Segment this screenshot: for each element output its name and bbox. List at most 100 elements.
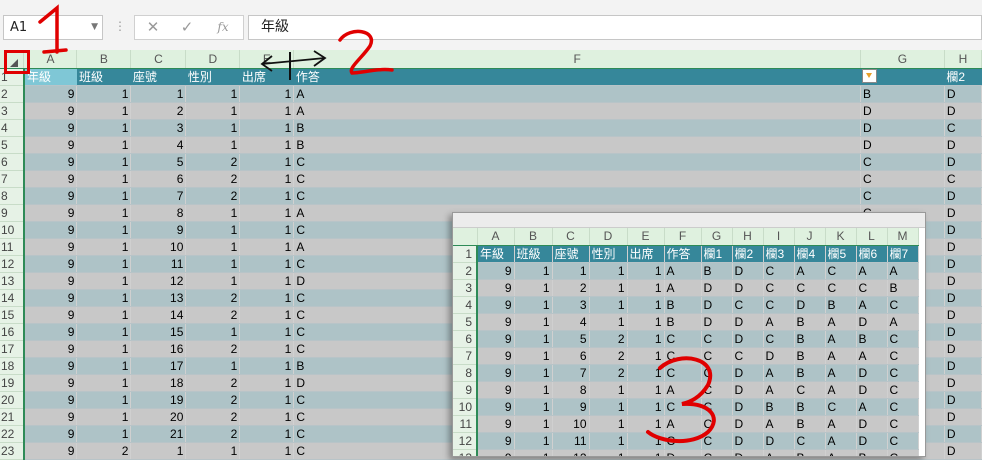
header-cell[interactable]: 座號 [130, 68, 186, 86]
table-cell[interactable]: 1 [239, 136, 295, 154]
header-cell[interactable]: 欄2 [944, 68, 982, 86]
table-cell[interactable]: 1 [239, 102, 295, 120]
table-cell[interactable]: 9 [23, 391, 78, 409]
table-cell[interactable]: 1 [130, 442, 187, 460]
formula-input[interactable]: 年級 [248, 15, 982, 40]
table-cell[interactable]: 2 [185, 408, 241, 426]
table-cell[interactable]: 20 [130, 408, 187, 426]
table-cell[interactable]: 15 [130, 323, 187, 341]
row-header[interactable]: 12 [0, 255, 25, 273]
table-cell[interactable]: 9 [23, 323, 78, 341]
row-header[interactable]: 19 [0, 374, 25, 392]
table-cell[interactable]: 1 [76, 340, 132, 358]
header-cell[interactable]: 作答 [293, 68, 861, 86]
table-cell[interactable]: 1 [185, 119, 241, 137]
table-cell[interactable]: 1 [130, 85, 187, 103]
table-cell[interactable]: 1 [239, 119, 295, 137]
table-cell[interactable]: 18 [130, 374, 187, 392]
table-cell[interactable]: 9 [23, 85, 78, 103]
table-cell[interactable]: 1 [185, 102, 241, 120]
table-cell[interactable]: 2 [185, 425, 241, 443]
table-cell[interactable]: 9 [23, 306, 78, 324]
row-header[interactable]: 9 [0, 204, 25, 222]
row-header[interactable]: 11 [0, 238, 25, 256]
row-header[interactable]: 5 [0, 136, 25, 154]
table-cell[interactable]: 9 [23, 187, 78, 205]
table-cell[interactable]: 17 [130, 357, 187, 375]
table-cell[interactable]: 9 [23, 204, 78, 222]
table-cell[interactable]: 1 [76, 391, 132, 409]
table-cell[interactable]: 1 [185, 85, 241, 103]
table-cell[interactable]: 7 [130, 187, 187, 205]
table-cell[interactable]: 3 [130, 119, 187, 137]
table-cell[interactable]: A [293, 102, 861, 120]
table-cell[interactable]: 9 [23, 153, 78, 171]
table-cell[interactable]: 10 [130, 238, 187, 256]
header-cell[interactable] [860, 68, 945, 86]
table-cell[interactable]: 1 [239, 221, 295, 239]
table-cell[interactable]: B [860, 85, 945, 103]
table-cell[interactable]: 9 [23, 442, 78, 460]
row-header[interactable]: 17 [0, 340, 25, 358]
table-cell[interactable]: 2 [185, 153, 241, 171]
table-cell[interactable]: 1 [239, 153, 295, 171]
table-cell[interactable]: 1 [239, 187, 295, 205]
table-cell[interactable]: 1 [185, 323, 241, 341]
table-cell[interactable]: 4 [130, 136, 187, 154]
column-header-e[interactable]: E [239, 50, 295, 69]
table-cell[interactable]: 1 [76, 102, 132, 120]
row-header[interactable]: 2 [0, 85, 25, 103]
table-cell[interactable]: 1 [239, 408, 295, 426]
table-cell[interactable]: D [944, 204, 982, 222]
table-cell[interactable]: 1 [185, 442, 241, 460]
table-cell[interactable]: C [293, 153, 861, 171]
table-cell[interactable]: C [293, 170, 861, 188]
row-header[interactable]: 23 [0, 442, 25, 460]
header-cell[interactable]: 性別 [185, 68, 240, 86]
table-cell[interactable]: D [944, 374, 982, 392]
table-cell[interactable]: 1 [239, 391, 295, 409]
table-cell[interactable]: 9 [130, 221, 187, 239]
table-cell[interactable]: 9 [23, 408, 78, 426]
table-cell[interactable]: 5 [130, 153, 187, 171]
table-cell[interactable]: D [944, 289, 982, 307]
chevron-down-icon[interactable]: ▼ [91, 16, 98, 39]
column-header-f[interactable]: F [293, 50, 861, 69]
table-cell[interactable]: 1 [76, 255, 132, 273]
table-cell[interactable]: 1 [76, 306, 132, 324]
row-header[interactable]: 8 [0, 187, 25, 205]
table-cell[interactable]: 9 [23, 221, 78, 239]
table-cell[interactable]: 9 [23, 255, 78, 273]
table-cell[interactable]: 11 [130, 255, 187, 273]
table-cell[interactable]: 1 [76, 119, 132, 137]
row-header[interactable]: 20 [0, 391, 25, 409]
table-cell[interactable]: D [944, 102, 982, 120]
table-cell[interactable]: C [944, 119, 982, 137]
table-cell[interactable]: 8 [130, 204, 187, 222]
table-cell[interactable]: 2 [185, 170, 241, 188]
table-cell[interactable]: 1 [76, 221, 132, 239]
column-header-h[interactable]: H [944, 50, 982, 69]
table-cell[interactable]: 12 [130, 272, 187, 290]
header-cell[interactable]: 班級 [76, 68, 131, 86]
table-cell[interactable]: 1 [239, 272, 295, 290]
filter-icon[interactable] [862, 69, 878, 84]
column-header-b[interactable]: B [76, 50, 132, 69]
row-header[interactable]: 10 [0, 221, 25, 239]
table-cell[interactable]: 1 [76, 187, 132, 205]
table-cell[interactable]: 2 [76, 442, 132, 460]
table-cell[interactable]: 1 [76, 170, 132, 188]
table-cell[interactable]: 21 [130, 425, 187, 443]
column-header-g[interactable]: G [860, 50, 945, 69]
row-header[interactable]: 6 [0, 153, 25, 171]
table-cell[interactable]: 1 [76, 425, 132, 443]
row-header[interactable]: 16 [0, 323, 25, 341]
table-cell[interactable]: D [944, 153, 982, 171]
table-cell[interactable]: C [293, 187, 861, 205]
table-cell[interactable]: D [944, 238, 982, 256]
row-header[interactable]: 14 [0, 289, 25, 307]
table-cell[interactable]: 2 [130, 102, 187, 120]
table-cell[interactable]: 9 [23, 136, 78, 154]
table-cell[interactable]: 2 [185, 391, 241, 409]
row-header[interactable]: 13 [0, 272, 25, 290]
